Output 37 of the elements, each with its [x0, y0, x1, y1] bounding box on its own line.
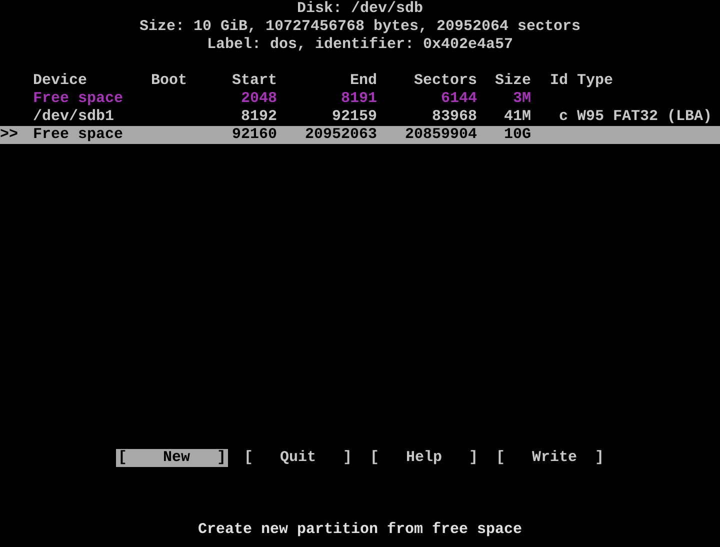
menu-button[interactable]: [ Quit ]	[244, 449, 352, 467]
table-cell: Free space	[33, 90, 124, 107]
table-cell: 2048	[240, 90, 277, 107]
table-row[interactable]: /dev/sdb1 8192 92159 83968 41M c W95 FAT32 (LBA)	[0, 108, 720, 126]
table-cell: 8192	[240, 108, 277, 125]
table-row[interactable]: Free space 2048 8191 6144 3M	[0, 90, 720, 108]
disk-info-line: Label: dos, identifier: 0x402e4a57	[206, 36, 514, 54]
column-header: Boot	[151, 72, 188, 90]
table-cell: Free space	[33, 126, 124, 143]
table-cell: 6144	[440, 90, 477, 107]
menu-button[interactable]: [ Help ]	[370, 449, 478, 467]
table-cell: 10G	[504, 126, 531, 143]
table-cell: c	[558, 108, 568, 125]
disk-info-line: Size: 10 GiB, 10727456768 bytes, 20952064 sectors	[138, 18, 582, 36]
column-header: Device	[33, 72, 88, 90]
table-cell: 92159	[332, 108, 377, 125]
table-cell: /dev/sdb1	[33, 108, 114, 125]
column-header: Size	[494, 72, 531, 90]
column-header: Id	[548, 72, 568, 90]
menu-button[interactable]: [ New ]	[116, 449, 228, 467]
column-header: End	[348, 72, 377, 90]
table-cell: 83968	[432, 108, 477, 125]
hint-text: Create new partition from free space	[196, 521, 524, 539]
table-cell: 8191	[340, 90, 377, 107]
table-cell: W95 FAT32 (LBA)	[577, 108, 712, 125]
table-cell: 20952063	[304, 126, 377, 143]
table-row[interactable]: >> Free space 92160 20952063 20859904 10G	[0, 126, 720, 144]
disk-info-line: Disk: /dev/sdb	[296, 0, 424, 18]
menu-button[interactable]: [ Write ]	[496, 449, 604, 467]
column-header: Start	[230, 72, 277, 90]
table-cell: 41M	[504, 108, 531, 125]
table-cell: 20859904	[404, 126, 477, 143]
column-header: Sectors	[412, 72, 477, 90]
cursor-marker: >>	[0, 126, 18, 143]
table-cell: 92160	[232, 126, 277, 143]
column-header: Type	[577, 72, 614, 90]
table-cell: 3M	[512, 90, 531, 107]
